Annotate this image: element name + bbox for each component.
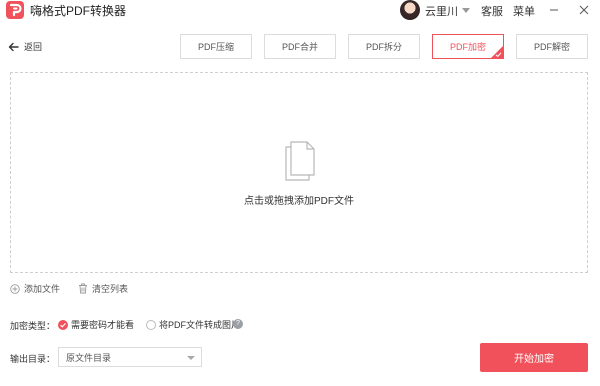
- tab-pdf-compress[interactable]: PDF压缩: [180, 34, 252, 59]
- app-logo: [6, 1, 24, 19]
- clear-list-label: 清空列表: [92, 284, 129, 294]
- back-label: 返回: [24, 42, 43, 52]
- radio-checked-icon: [58, 319, 68, 330]
- trash-icon: [79, 283, 87, 294]
- tab-pdf-merge[interactable]: PDF合并: [264, 34, 336, 59]
- help-icon[interactable]: ?: [233, 319, 243, 329]
- option-convert-to-image[interactable]: 将PDF文件转成图片: [146, 318, 240, 331]
- user-dropdown-caret-icon[interactable]: [462, 8, 470, 13]
- title-bar: 嗨格式PDF转换器 云里川 客服 菜单: [0, 0, 600, 20]
- output-dir-value: 原文件目录: [66, 352, 112, 363]
- tab-pdf-encrypt-label: PDF加密: [449, 42, 486, 52]
- start-encrypt-button[interactable]: 开始加密: [480, 343, 588, 372]
- output-dir-select[interactable]: 原文件目录: [58, 347, 202, 367]
- tab-pdf-encrypt[interactable]: PDF加密: [432, 34, 504, 59]
- option-require-password-label: 需要密码才能看: [71, 320, 135, 330]
- option-require-password[interactable]: 需要密码才能看: [58, 318, 134, 331]
- radio-unchecked-icon: [146, 319, 156, 330]
- add-file-label: 添加文件: [24, 284, 61, 294]
- pdf-logo-icon: [9, 3, 22, 17]
- plus-circle-icon: [10, 283, 20, 294]
- user-name[interactable]: 云里川: [425, 3, 458, 19]
- drop-zone-text: 点击或拖拽添加PDF文件: [244, 196, 354, 207]
- back-button[interactable]: 返回: [8, 40, 42, 53]
- close-button[interactable]: [574, 0, 594, 20]
- arrow-left-icon: [8, 42, 19, 51]
- tab-pdf-decrypt[interactable]: PDF解密: [516, 34, 588, 59]
- tab-pdf-split[interactable]: PDF拆分: [348, 34, 420, 59]
- option-convert-to-image-label: 将PDF文件转成图片: [159, 320, 241, 330]
- add-file-button[interactable]: 添加文件: [10, 282, 60, 295]
- minimize-icon: [550, 9, 558, 11]
- clear-list-button[interactable]: 清空列表: [78, 282, 128, 295]
- file-drop-zone[interactable]: 点击或拖拽添加PDF文件: [10, 72, 588, 273]
- app-title: 嗨格式PDF转换器: [30, 4, 127, 18]
- document-icon: [285, 141, 315, 181]
- close-icon: [579, 5, 589, 15]
- chevron-down-icon: [187, 356, 195, 360]
- menu-link[interactable]: 菜单: [513, 3, 535, 19]
- avatar[interactable]: [400, 0, 420, 20]
- encrypt-type-label: 加密类型：: [10, 321, 56, 331]
- output-dir-label: 输出目录：: [10, 354, 56, 364]
- check-icon: [495, 52, 502, 58]
- service-link[interactable]: 客服: [481, 3, 503, 19]
- minimize-button[interactable]: [544, 0, 564, 20]
